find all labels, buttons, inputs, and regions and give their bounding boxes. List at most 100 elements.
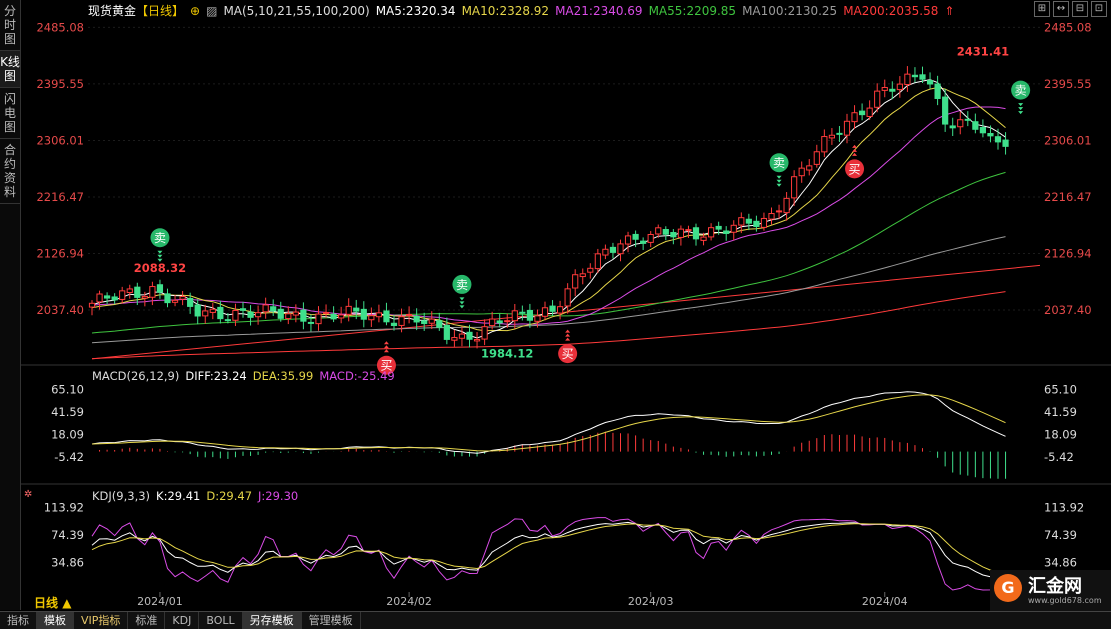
settings-icon[interactable]: ⊕ bbox=[190, 4, 200, 18]
candle bbox=[171, 294, 179, 307]
candle-body bbox=[277, 308, 284, 319]
candle-body bbox=[247, 311, 254, 318]
candle-body bbox=[579, 273, 586, 278]
candle-body bbox=[685, 229, 692, 232]
candle-body bbox=[889, 88, 896, 92]
candle bbox=[964, 111, 971, 127]
candle-body bbox=[647, 234, 654, 243]
candle bbox=[541, 301, 549, 321]
signal-arrow bbox=[565, 329, 571, 333]
kdj-axis-tick-left: 74.39 bbox=[51, 528, 84, 542]
candle-body bbox=[813, 151, 820, 165]
candle-body bbox=[557, 306, 564, 314]
candle-body bbox=[587, 267, 594, 273]
logo-icon: G bbox=[994, 574, 1022, 602]
candle-body bbox=[126, 288, 133, 294]
price-axis-tick-right: 2037.40 bbox=[1044, 303, 1092, 317]
candle-body bbox=[866, 107, 873, 117]
candle bbox=[677, 225, 684, 246]
sidebar-tab-kline[interactable]: K线图 bbox=[0, 51, 20, 88]
price-axis-tick-left: 2126.94 bbox=[36, 246, 84, 260]
kdj-k: K:29.41 bbox=[156, 489, 201, 503]
signal-arrow bbox=[459, 301, 465, 305]
candle-body bbox=[421, 320, 428, 325]
macd-title[interactable]: MACD(26,12,9) bbox=[92, 369, 179, 383]
candle-body bbox=[874, 90, 881, 108]
candle bbox=[730, 220, 737, 241]
candle-body bbox=[466, 331, 473, 340]
x-axis-label: 2024/04 bbox=[862, 595, 908, 608]
tab-kdj[interactable]: KDJ bbox=[165, 612, 200, 629]
macd-axis-tick-right: 18.09 bbox=[1044, 427, 1077, 441]
sidebar-tab-flash[interactable]: 闪电图 bbox=[0, 88, 20, 139]
candle-body bbox=[972, 121, 979, 130]
candle bbox=[987, 125, 994, 143]
price-axis-tick-left: 2306.01 bbox=[36, 133, 84, 147]
ma55-value: MA55:2209.85 bbox=[648, 4, 737, 18]
tab-manage-template[interactable]: 管理模板 bbox=[302, 612, 361, 629]
candle-body bbox=[390, 322, 398, 327]
candle-body bbox=[700, 236, 707, 241]
candle-body bbox=[957, 119, 964, 128]
candle bbox=[239, 301, 247, 318]
candle bbox=[247, 305, 254, 326]
candle-body bbox=[504, 320, 511, 323]
minimize-icon[interactable]: ⊟ bbox=[1072, 1, 1088, 17]
signal-arrow bbox=[383, 341, 389, 345]
candle-body bbox=[307, 321, 315, 324]
tab-standard[interactable]: 标准 bbox=[128, 612, 166, 629]
kline-app: 2485.08 2485.08 2395.55 2395.55 2306.01 2306.… bbox=[0, 0, 1111, 629]
candle-body bbox=[836, 132, 843, 135]
candle bbox=[202, 304, 209, 324]
candle-body bbox=[640, 240, 647, 244]
sell-signal: 卖 bbox=[1011, 80, 1031, 115]
kdj-d: D:29.47 bbox=[206, 489, 253, 503]
ma5-line bbox=[91, 79, 1006, 339]
candle-body bbox=[534, 315, 541, 322]
candle bbox=[934, 75, 941, 106]
tab-save-template[interactable]: 另存模板 bbox=[242, 612, 302, 629]
window-icon[interactable]: ⊡ bbox=[1091, 1, 1107, 17]
candle-body bbox=[632, 233, 639, 240]
kdj-title[interactable]: KDJ(9,3,3) bbox=[92, 489, 150, 503]
kline-chart[interactable]: 2485.08 2485.08 2395.55 2395.55 2306.01 2306.… bbox=[0, 0, 1111, 628]
candle-body bbox=[285, 313, 292, 320]
signal-arrow bbox=[852, 152, 858, 156]
tab-template[interactable]: 模板 bbox=[37, 612, 74, 629]
candle-body bbox=[255, 312, 262, 318]
candle-body bbox=[262, 304, 269, 313]
candle bbox=[300, 302, 307, 330]
macd-axis-tick-right: 41.59 bbox=[1044, 405, 1077, 419]
signal-arrow bbox=[1018, 107, 1024, 111]
sidebar-tab-timeshare[interactable]: 分时图 bbox=[0, 0, 20, 51]
kdj-settings-icon[interactable]: ✲ bbox=[24, 489, 32, 500]
candle bbox=[451, 329, 458, 347]
candle-body bbox=[224, 319, 232, 322]
candle bbox=[322, 304, 330, 318]
fullscreen-icon[interactable]: ⊞ bbox=[1034, 1, 1050, 17]
candle bbox=[557, 300, 564, 320]
candle bbox=[406, 306, 413, 324]
tab-vip-indicators[interactable]: VIP指标 bbox=[74, 612, 129, 629]
period-tag[interactable]: 【日线】 bbox=[136, 4, 184, 18]
candle bbox=[617, 239, 624, 262]
period-selector[interactable]: 日线 ▲ bbox=[34, 594, 71, 611]
ma100-line bbox=[91, 236, 1006, 344]
candle bbox=[783, 192, 790, 221]
signal-arrow bbox=[459, 297, 465, 301]
candle-body bbox=[217, 306, 224, 320]
candle bbox=[821, 129, 828, 158]
kdj-legend: KDJ(9,3,3) K:29.41 D:29.47 J:29.30 bbox=[92, 489, 304, 503]
signal-label: 卖 bbox=[456, 278, 468, 292]
candle bbox=[179, 290, 186, 306]
expand-icon[interactable]: ↔ bbox=[1053, 1, 1069, 17]
price-annotation: 1984.12 bbox=[481, 347, 533, 361]
tab-indicators[interactable]: 指标 bbox=[0, 612, 37, 629]
ma10-value: MA10:2328.92 bbox=[461, 4, 550, 18]
candle-body bbox=[617, 243, 624, 255]
sidebar-tab-contract[interactable]: 合约资料 bbox=[0, 139, 20, 204]
candle bbox=[255, 305, 262, 325]
candle bbox=[436, 312, 443, 331]
tab-boll[interactable]: BOLL bbox=[199, 612, 243, 629]
ma-icon[interactable]: ▨ bbox=[206, 4, 217, 18]
